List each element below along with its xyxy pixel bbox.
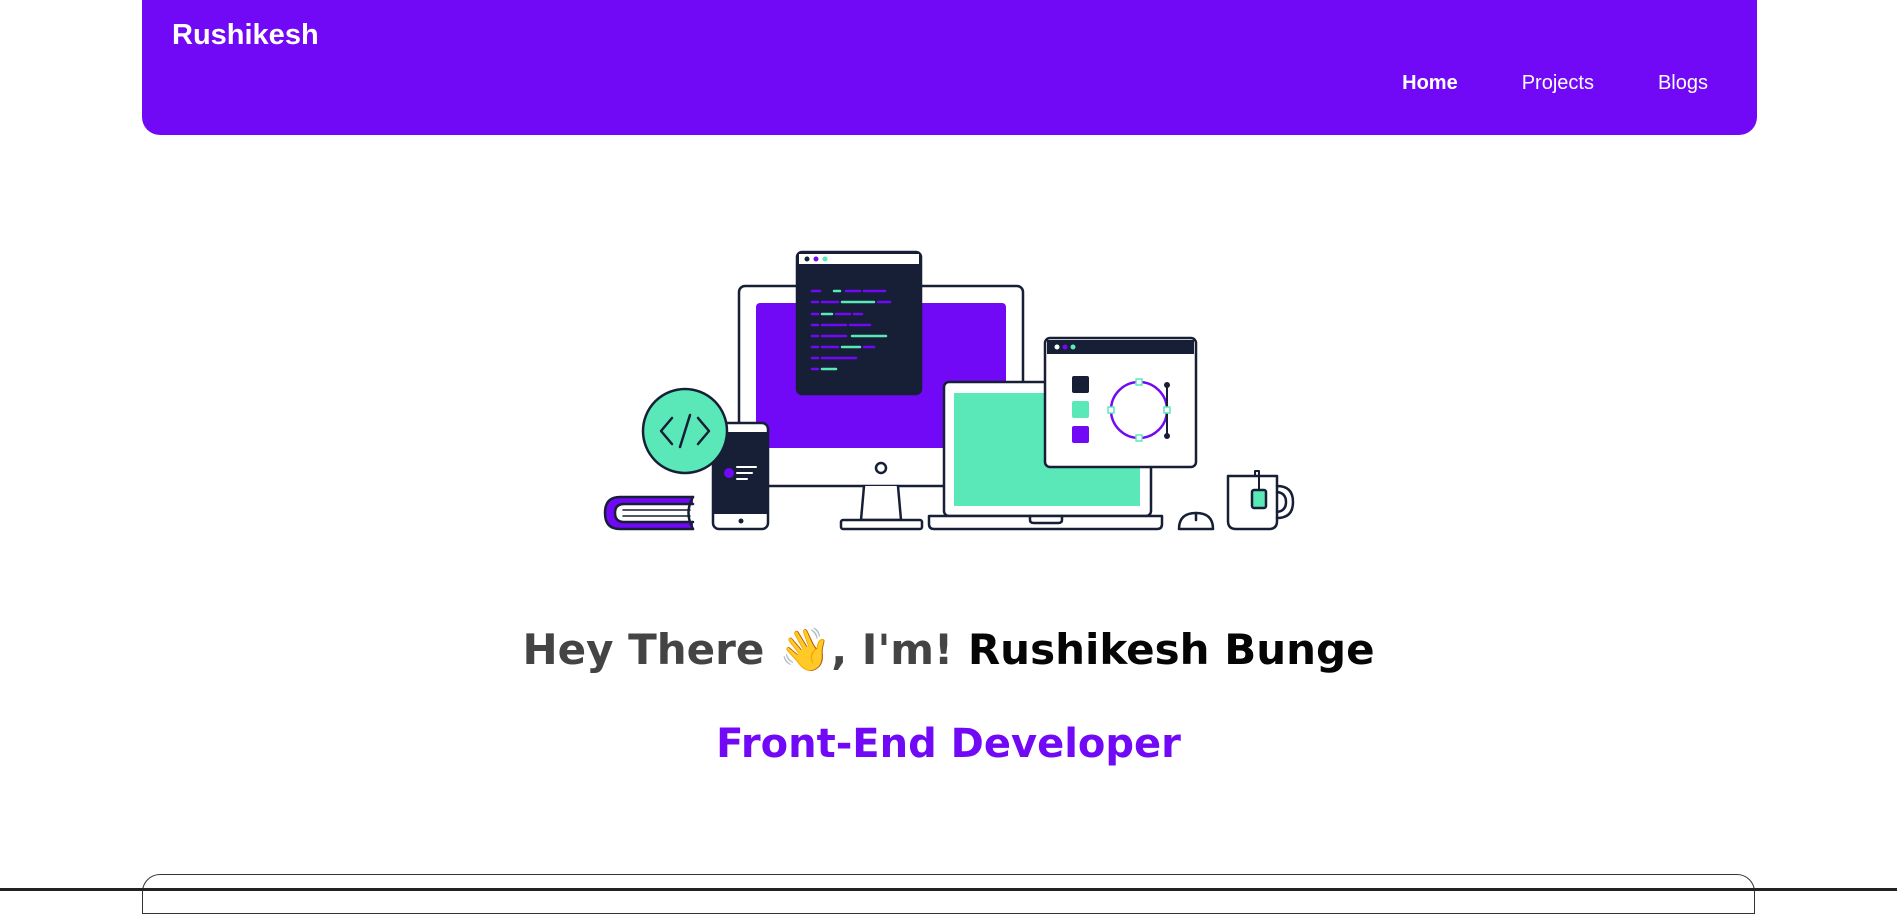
hero-role: Front-End Developer bbox=[716, 721, 1181, 768]
next-section-card bbox=[142, 874, 1755, 914]
greeting-suffix: , I'm! bbox=[831, 625, 954, 675]
mug-icon bbox=[1226, 470, 1295, 531]
nav-link-home[interactable]: Home bbox=[1402, 70, 1458, 96]
mouse-icon bbox=[1177, 511, 1215, 531]
design-window-icon bbox=[1043, 336, 1198, 469]
hero-greeting: Hey There 👋, I'm! Rushikesh Bunge bbox=[0, 624, 1897, 676]
brand-logo-link[interactable]: Rushikesh bbox=[172, 18, 319, 52]
nav-link-blogs[interactable]: Blogs bbox=[1658, 70, 1708, 96]
code-window-icon bbox=[795, 250, 923, 396]
developer-workspace-illustration bbox=[603, 250, 1295, 531]
book-icon bbox=[603, 495, 695, 531]
nav-links: Home Projects Blogs bbox=[1402, 70, 1708, 96]
navbar: Rushikesh Home Projects Blogs bbox=[142, 0, 1757, 135]
waving-hand-icon: 👋 bbox=[778, 625, 832, 675]
greeting-prefix: Hey There bbox=[522, 625, 765, 675]
hero-name: Rushikesh Bunge bbox=[967, 625, 1375, 675]
nav-link-projects[interactable]: Projects bbox=[1522, 70, 1594, 96]
code-badge-icon bbox=[641, 387, 729, 475]
